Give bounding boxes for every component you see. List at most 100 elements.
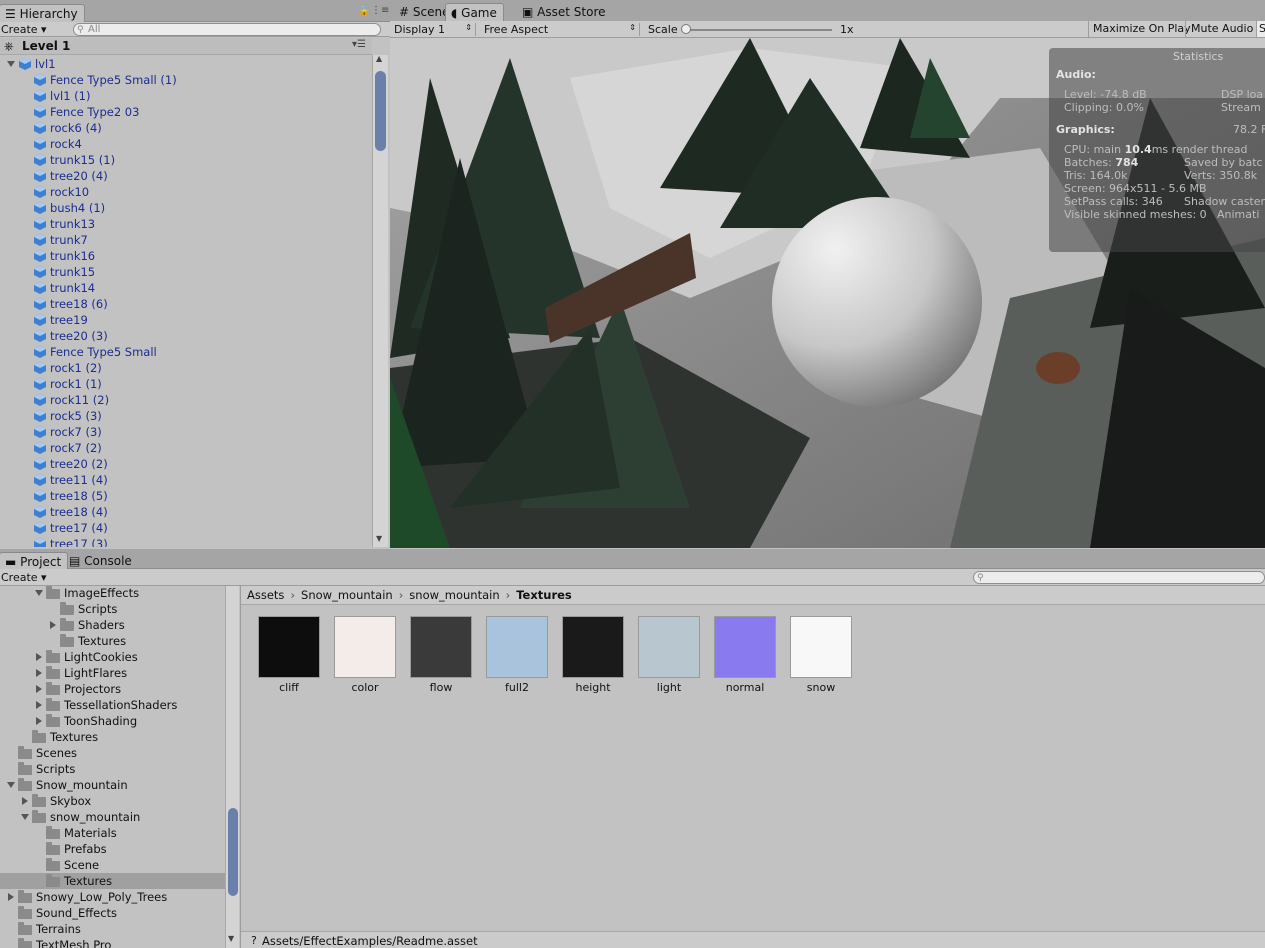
expand-arrow-icon[interactable] bbox=[36, 717, 42, 725]
breadcrumb-item[interactable]: Textures bbox=[516, 588, 572, 602]
texture-thumbnail[interactable] bbox=[562, 616, 624, 678]
hierarchy-item[interactable]: rock5 (3) bbox=[0, 408, 372, 424]
hierarchy-item[interactable]: Fence Type5 Small (1) bbox=[0, 72, 372, 88]
collapse-arrow-icon[interactable] bbox=[7, 782, 15, 788]
expand-arrow-icon[interactable] bbox=[36, 653, 42, 661]
project-folder-item[interactable]: Skybox bbox=[0, 793, 225, 809]
hierarchy-item[interactable]: tree18 (6) bbox=[0, 296, 372, 312]
project-folder-item[interactable]: TessellationShaders bbox=[0, 697, 225, 713]
scroll-up-arrow[interactable]: ▲ bbox=[376, 54, 382, 63]
hierarchy-item[interactable]: rock10 bbox=[0, 184, 372, 200]
scale-slider-track[interactable] bbox=[682, 29, 832, 31]
asset-label[interactable]: cliff bbox=[251, 681, 327, 694]
stats-toggle[interactable]: S bbox=[1256, 21, 1265, 37]
texture-thumbnail[interactable] bbox=[486, 616, 548, 678]
scroll-down-arrow[interactable]: ▼ bbox=[228, 934, 234, 943]
project-folder-item[interactable]: ToonShading bbox=[0, 713, 225, 729]
hierarchy-item[interactable]: rock11 (2) bbox=[0, 392, 372, 408]
texture-thumbnail[interactable] bbox=[334, 616, 396, 678]
texture-thumbnail[interactable] bbox=[638, 616, 700, 678]
asset-label[interactable]: flow bbox=[403, 681, 479, 694]
collapse-arrow-icon[interactable] bbox=[21, 814, 29, 820]
hierarchy-item[interactable]: trunk13 bbox=[0, 216, 372, 232]
expand-arrow-icon[interactable] bbox=[50, 621, 56, 629]
project-folder-item[interactable]: Materials bbox=[0, 825, 225, 841]
hierarchy-item[interactable]: trunk15 (1) bbox=[0, 152, 372, 168]
hierarchy-item[interactable]: rock7 (2) bbox=[0, 440, 372, 456]
breadcrumb-item[interactable]: Assets bbox=[247, 588, 284, 602]
expand-arrow-icon[interactable] bbox=[22, 797, 28, 805]
scroll-down-arrow[interactable]: ▼ bbox=[376, 534, 382, 543]
project-folder-item[interactable]: Snow_mountain bbox=[0, 777, 225, 793]
hierarchy-item[interactable]: tree20 (2) bbox=[0, 456, 372, 472]
project-tree-scroll-thumb[interactable] bbox=[228, 808, 238, 896]
project-folder-item[interactable]: Prefabs bbox=[0, 841, 225, 857]
tab-hierarchy[interactable]: ☰ Hierarchy bbox=[0, 4, 85, 22]
hierarchy-item[interactable]: tree17 (3) bbox=[0, 536, 372, 547]
project-folder-item[interactable]: Scripts bbox=[0, 601, 225, 617]
hierarchy-create-button[interactable]: Create ▾ bbox=[1, 23, 47, 36]
project-folder-item[interactable]: Scene bbox=[0, 857, 225, 873]
project-create-button[interactable]: Create ▾ bbox=[1, 571, 47, 584]
project-folder-item[interactable]: ImageEffects bbox=[0, 586, 225, 601]
asset-label[interactable]: light bbox=[631, 681, 707, 694]
texture-thumbnail[interactable] bbox=[258, 616, 320, 678]
hierarchy-item[interactable]: lvl1 (1) bbox=[0, 88, 372, 104]
hierarchy-item[interactable]: rock1 (1) bbox=[0, 376, 372, 392]
hierarchy-search-input[interactable]: ⚲ All bbox=[73, 23, 381, 36]
project-folder-item[interactable]: Textures bbox=[0, 633, 225, 649]
project-folder-item[interactable]: LightCookies bbox=[0, 649, 225, 665]
project-folder-item[interactable]: Snowy_Low_Poly_Trees bbox=[0, 889, 225, 905]
hierarchy-item[interactable]: rock4 bbox=[0, 136, 372, 152]
expand-arrow-icon[interactable] bbox=[36, 669, 42, 677]
expand-arrow-icon[interactable] bbox=[36, 701, 42, 709]
mute-audio-toggle[interactable]: Mute Audio bbox=[1185, 21, 1257, 37]
hierarchy-item[interactable]: tree17 (4) bbox=[0, 520, 372, 536]
scene-header[interactable]: ⎈ Level 1 ▾☰ bbox=[0, 38, 372, 55]
project-folder-item[interactable]: Textures bbox=[0, 729, 225, 745]
project-tree-scrollbar[interactable]: ▼ bbox=[225, 586, 239, 948]
tab-game[interactable]: ◖ Game bbox=[445, 3, 504, 21]
hierarchy-item[interactable]: tree18 (5) bbox=[0, 488, 372, 504]
project-folder-item[interactable]: snow_mountain bbox=[0, 809, 225, 825]
hierarchy-item[interactable]: trunk16 bbox=[0, 248, 372, 264]
selected-asset-path[interactable]: Assets/EffectExamples/Readme.asset bbox=[262, 934, 478, 948]
project-folder-item[interactable]: Shaders bbox=[0, 617, 225, 633]
asset-label[interactable]: height bbox=[555, 681, 631, 694]
hierarchy-item[interactable]: rock7 (3) bbox=[0, 424, 372, 440]
hierarchy-item[interactable]: rock1 (2) bbox=[0, 360, 372, 376]
asset-label[interactable]: color bbox=[327, 681, 403, 694]
project-folder-item[interactable]: LightFlares bbox=[0, 665, 225, 681]
hierarchy-scroll-thumb[interactable] bbox=[375, 71, 386, 151]
scale-slider-handle[interactable] bbox=[681, 24, 691, 34]
project-folder-item[interactable]: Scripts bbox=[0, 761, 225, 777]
project-folder-item[interactable]: TextMesh Pro bbox=[0, 937, 225, 948]
hierarchy-item[interactable]: trunk15 bbox=[0, 264, 372, 280]
game-viewport[interactable]: Statistics Audio: Level: -74.8 dB DSP lo… bbox=[390, 38, 1265, 548]
hierarchy-item[interactable]: tree20 (4) bbox=[0, 168, 372, 184]
tab-console[interactable]: ▤ Console bbox=[64, 552, 138, 570]
asset-label[interactable]: full2 bbox=[479, 681, 555, 694]
hierarchy-item[interactable]: tree19 bbox=[0, 312, 372, 328]
hierarchy-scrollbar[interactable]: ▲ ▼ bbox=[372, 54, 388, 547]
texture-thumbnail[interactable] bbox=[714, 616, 776, 678]
project-folder-item[interactable]: Terrains bbox=[0, 921, 225, 937]
project-search-input[interactable]: ⚲ bbox=[973, 571, 1265, 584]
expand-arrow-icon[interactable] bbox=[36, 685, 42, 693]
hierarchy-item[interactable]: trunk7 bbox=[0, 232, 372, 248]
tab-project[interactable]: ▬ Project bbox=[0, 552, 69, 569]
project-folder-item[interactable]: Textures bbox=[0, 873, 225, 889]
scene-menu-icon[interactable]: ▾☰ bbox=[352, 39, 366, 50]
project-folder-item[interactable]: Projectors bbox=[0, 681, 225, 697]
project-folder-item[interactable]: Scenes bbox=[0, 745, 225, 761]
project-folder-item[interactable]: Sound_Effects bbox=[0, 905, 225, 921]
asset-label[interactable]: normal bbox=[707, 681, 783, 694]
hierarchy-root[interactable]: lvl1 bbox=[0, 56, 372, 72]
aspect-dropdown[interactable]: Free Aspect ⇕ bbox=[484, 23, 640, 36]
hierarchy-item[interactable]: Fence Type5 Small bbox=[0, 344, 372, 360]
hierarchy-item[interactable]: Fence Type2 03 bbox=[0, 104, 372, 120]
texture-thumbnail[interactable] bbox=[790, 616, 852, 678]
tab-asset-store[interactable]: ▣ Asset Store bbox=[517, 3, 612, 21]
expand-arrow-icon[interactable] bbox=[8, 893, 14, 901]
hierarchy-item[interactable]: rock6 (4) bbox=[0, 120, 372, 136]
